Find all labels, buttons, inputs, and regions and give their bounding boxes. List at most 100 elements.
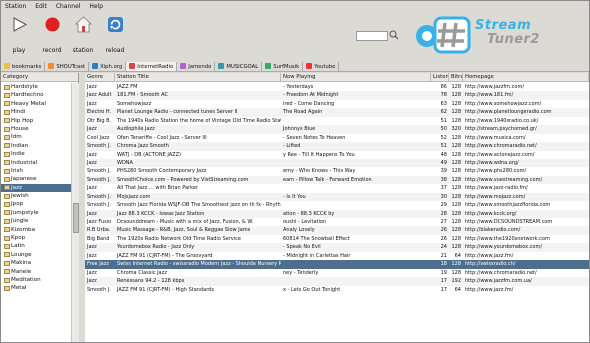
- column-listeners[interactable]: Listen: [431, 73, 449, 82]
- category-item[interactable]: Jazz: [1, 183, 71, 193]
- category-item[interactable]: Hardtechno: [1, 91, 71, 99]
- station-row[interactable]: Jazz Somehowjazz ired - Come Dancing 63 128 h…: [85, 100, 589, 108]
- station-row[interactable]: Jazz Chroma Classic Jazz ney - Tenderly 19 1…: [85, 269, 589, 277]
- category-item[interactable]: Jewish: [1, 192, 71, 200]
- station-button[interactable]: station: [67, 14, 99, 58]
- cell-bitrate: 64: [454, 252, 461, 259]
- search-icon[interactable]: [389, 30, 399, 40]
- reload-button[interactable]: reload: [99, 14, 131, 58]
- station-row[interactable]: Smooth J. JAZZ FM 91 (CJRT-FM) - High Sta…: [85, 286, 589, 294]
- station-row[interactable]: Jazz JAZZ FM 91 (CJRT-FM) - The Groovyard…: [85, 252, 589, 260]
- cell-bitrate: 128: [451, 168, 461, 175]
- cell-genre: Jazz: [87, 126, 97, 133]
- record-button[interactable]: record: [36, 14, 68, 58]
- cell-station-title: MoJsjazz.com: [117, 193, 151, 200]
- station-row[interactable]: Jazz WATJ - DB (ACTONE JAZZ) y Ree - Till …: [85, 151, 589, 159]
- cell-bitrate: 128: [451, 143, 461, 150]
- column-bitrate[interactable]: Bitrate: [449, 73, 463, 82]
- category-item[interactable]: Lounge: [1, 251, 71, 259]
- category-label: Hip Hop: [11, 117, 34, 124]
- scrollbar-thumb[interactable]: [73, 203, 79, 233]
- toolbar: play record station reload Stream Tuner2: [1, 12, 589, 62]
- category-list: Hardstyle Hardtechno Heavy Metal Hindi Hip H…: [1, 83, 71, 342]
- station-row[interactable]: Jazz Audiophile Jazz Johnnys Blue 50 320 http…: [85, 125, 589, 134]
- station-row[interactable]: Big Band The 1920s Radio Network Old Time…: [85, 235, 589, 243]
- category-item[interactable]: Irish: [1, 167, 71, 175]
- station-row[interactable]: Jazz Fusio Dcsounddream - Music with a mi…: [85, 218, 589, 226]
- menu-channel[interactable]: Channel: [56, 1, 81, 12]
- cell-now-playing: Johnnys Blue: [283, 126, 316, 133]
- station-row[interactable]: Jazz Yourdomebox Radio - Jazz Only - Speak…: [85, 243, 589, 252]
- station-row[interactable]: Otr Big B. The 1940s Radio Station the ho…: [85, 117, 589, 125]
- cell-homepage: http://www.smoothjazzflorida.com: [465, 202, 551, 209]
- tab-xiph-org[interactable]: Xiph.org: [89, 62, 127, 71]
- category-header[interactable]: Category: [1, 73, 78, 82]
- cell-listeners: 17: [440, 278, 447, 285]
- tab-musicgoal[interactable]: MUSICGOAL: [215, 62, 263, 71]
- category-scrollbar[interactable]: [71, 83, 79, 342]
- tab-internetradio[interactable]: InternetRadio: [126, 62, 178, 71]
- cell-homepage: http://www.jazzfm.com/: [465, 84, 525, 90]
- category-item[interactable]: Jungle: [1, 217, 71, 225]
- station-row[interactable]: Smooth J. Smooth Jazz Florida WSJF-DB The…: [85, 201, 589, 209]
- record-icon: [45, 17, 60, 32]
- category-item[interactable]: House: [1, 125, 71, 133]
- station-row[interactable]: Smooth J. MoJsjazz.com - Is It You 30 128 htt…: [85, 192, 589, 202]
- station-row[interactable]: Smooth J. PHS280 Smooth Contemporary Jazz…: [85, 167, 589, 175]
- cell-homepage: http://www.planetloungeradio.com: [465, 109, 552, 116]
- category-item[interactable]: Hardstyle: [1, 83, 71, 91]
- menu-help[interactable]: Help: [89, 1, 103, 12]
- station-row[interactable]: Smooth J. Chroma Jazz Smooth - Lifted 51 128…: [85, 142, 589, 151]
- menu-station[interactable]: Station: [5, 1, 26, 12]
- category-item[interactable]: Industrial: [1, 159, 71, 167]
- menu-edit[interactable]: Edit: [35, 1, 47, 12]
- category-item[interactable]: Indie: [1, 150, 71, 158]
- category-item[interactable]: Metal: [1, 284, 71, 292]
- station-row[interactable]: Cool Jazz Ofen Teneriffe - Cool Jazz - Se…: [85, 134, 589, 142]
- category-item[interactable]: Latin: [1, 242, 71, 250]
- category-item[interactable]: Kpop: [1, 234, 71, 242]
- category-item[interactable]: Indian: [1, 142, 71, 150]
- cell-now-playing: ation - 88.3 KCCK by: [283, 210, 335, 217]
- cell-bitrate: 128: [451, 159, 461, 166]
- category-item[interactable]: Japanese: [1, 175, 71, 183]
- station-row[interactable]: Free Jazz Swiss Internet Radio - swissrad…: [85, 260, 589, 269]
- category-item[interactable]: Jumpstyle: [1, 209, 71, 217]
- station-row[interactable]: Jazz JAZZ FM - Yesterdays 86 128 http://www.j…: [85, 83, 589, 91]
- station-row[interactable]: Smooth J. SmoothChoice.com - Powered by V…: [85, 175, 589, 185]
- category-item[interactable]: Hip Hop: [1, 117, 71, 125]
- station-row[interactable]: Jazz All That Jazz ... with Brian Parker 3…: [85, 184, 589, 192]
- category-item[interactable]: Manele: [1, 268, 71, 276]
- cell-now-playing: - Lifted: [283, 143, 301, 150]
- category-item[interactable]: Idm: [1, 133, 71, 141]
- tab-youtube[interactable]: Youtube: [303, 62, 340, 71]
- tab-jamendo[interactable]: Jamendo: [177, 62, 216, 71]
- category-item[interactable]: Kizomba: [1, 226, 71, 234]
- category-item[interactable]: Meditation: [1, 276, 71, 284]
- tab-bookmarks[interactable]: bookmarks: [1, 62, 46, 71]
- tab-shoutcast[interactable]: SHOUTcast: [45, 62, 90, 71]
- category-item[interactable]: Makina: [1, 259, 71, 267]
- cell-now-playing: - Speak No Evil: [283, 244, 321, 251]
- station-row[interactable]: Jazz WDNA 49 128 http://www.wdna.org/: [85, 158, 589, 168]
- cell-genre: Smooth J.: [87, 143, 111, 150]
- search-input[interactable]: [356, 31, 388, 41]
- station-row[interactable]: R.B Urba. Music Massage - R&B, Jazz, Soul…: [85, 226, 589, 235]
- category-item[interactable]: Heavy Metal: [1, 100, 71, 108]
- column-station-title[interactable]: Station Title: [115, 73, 281, 82]
- category-item[interactable]: Jpop: [1, 200, 71, 208]
- column-now-playing[interactable]: Now Playing: [281, 73, 431, 82]
- play-button[interactable]: play: [3, 14, 35, 58]
- station-row[interactable]: Jazz Jazz 88.3 KCCK - Iowas Jazz Station a…: [85, 209, 589, 218]
- station-row[interactable]: Jazz Renessans 94.2 - 128 kbps 17 192 http:/…: [85, 277, 589, 286]
- column-homepage[interactable]: Homepage: [463, 73, 589, 82]
- tab-surfmusik[interactable]: SurfMusik: [262, 62, 304, 71]
- category-item[interactable]: Hindi: [1, 108, 71, 116]
- cell-listeners: 38: [440, 176, 447, 183]
- category-label: Makina: [11, 260, 32, 267]
- category-label: Irish: [11, 167, 23, 174]
- tab-label: SurfMusik: [273, 64, 300, 70]
- column-genre[interactable]: Genre: [85, 73, 115, 82]
- station-row[interactable]: Jazz Adult 181.FM - Smooth AC - Freedom At…: [85, 91, 589, 100]
- station-row[interactable]: Electro H. Planet Lounge Radio - connecte…: [85, 108, 589, 117]
